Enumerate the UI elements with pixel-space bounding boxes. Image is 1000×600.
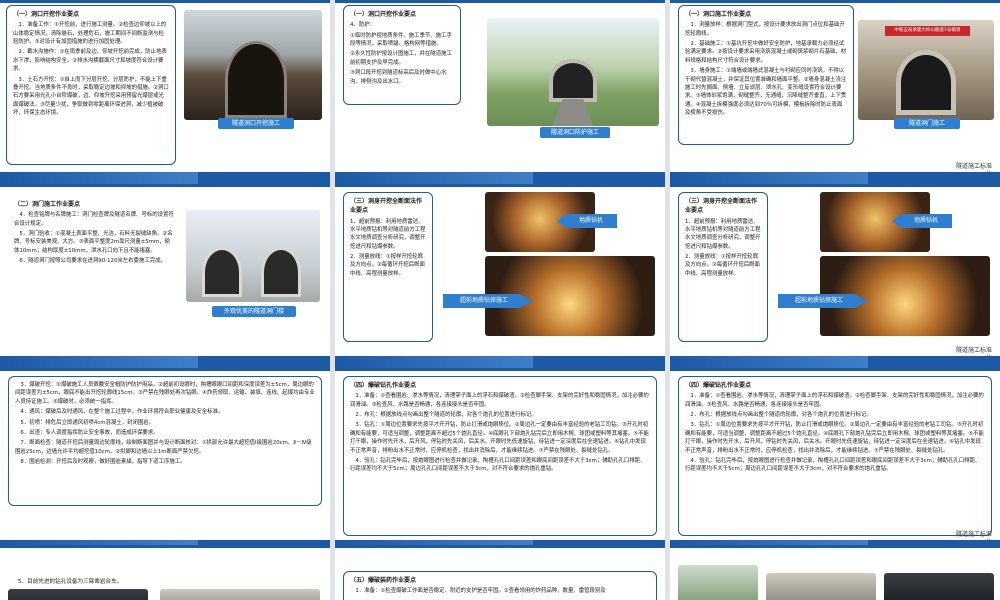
slide-heading: （二）洞门施工作业要点 — [14, 201, 81, 208]
charging-photo-2 — [766, 573, 876, 600]
paragraph: 4．防护： — [350, 22, 375, 29]
tunnel-excavation-photo — [184, 10, 322, 120]
text-panel: （五）爆破装药作业要点 1．准备：①检查爆破工作面是否稳定、附近的支护是否牢固。… — [343, 571, 657, 600]
slide-9-thumbnail[interactable]: （四）爆破钻孔作业要点 1．准备：①查看围岩、渗水等情况，清理掌子面上的浮石和爆… — [670, 368, 1000, 558]
slide-8-thumbnail[interactable]: （四）爆破钻孔作业要点 1．准备：①查看围岩、渗水等情况，清理掌子面上的浮石和爆… — [335, 368, 665, 558]
paragraph: 2．截水沟施作：①在雨季前及边、仰坡开挖前完成，防止地表水下渗，影响结构安全。②… — [13, 49, 167, 73]
paragraph: 7．断面检查：隧道开挖后测量周边轮廓线，绘制断面图并与设计断面核对：①拱部允许最… — [15, 440, 312, 455]
photo-caption: 隧道洞口防护施工 — [540, 127, 610, 138]
photo-caption: 外观优美的隧道洞门楼 — [212, 306, 296, 317]
paragraph: 4．验孔：钻孔完毕后，按炮眼图进行检查并做记录，掏槽孔孔口间距误差和眼底间距误差… — [350, 457, 646, 473]
paragraph: 1．测量放样：根据洞门型式，按设计要求放出洞门点位和基础开挖轮廓线。 — [685, 22, 845, 37]
slide-5-thumbnail[interactable]: （三）洞身开挖全断面法作业要点 1．超前预报：利用地质雷达、水平地质钻机等对隧道… — [335, 184, 665, 374]
paragraph: 5．洞门验收：①混凝土表面平整、光洁，石料无裂缝缺角。②名牌、号标安装美观、大方… — [14, 231, 173, 254]
slide-heading: （三）洞身开挖全断面法作业要点 — [685, 198, 758, 215]
slide-top-bar — [0, 368, 330, 371]
text-panel: 3．爆破开挖：①爆破施工人员佩戴安全帽防护防护用品。②超前初设眼时，掏槽眼眼口间… — [8, 376, 322, 506]
slide-1-thumbnail[interactable]: （一）洞口开挖作业要点 1．准备工作：①开挖前，进行施工测量。②检查边仰坡以上的… — [0, 0, 330, 190]
paragraph: 6．隧道洞门按照公司要求在进洞90-120米左右委施工完成。 — [19, 258, 166, 265]
slide-heading: （四）爆破钻孔作业要点 — [350, 382, 417, 389]
paragraph: 4．验孔：钻孔完毕后，按炮眼图进行检查并做记录，掏槽孔孔口间距误差和眼底间距误差… — [685, 457, 981, 473]
text-panel: （一）洞口开挖作业要点 1．准备工作：①开挖前，进行施工测量。②检查边仰坡以上的… — [6, 5, 176, 165]
paragraph: 1．超前预报：利用地质雷达、水平地质钻机等对隧道前方工程水文地质调查分析研究，调… — [350, 218, 426, 250]
slide-top-bar — [335, 545, 665, 548]
text-panel: （三）洞身开挖全断面法作业要点 1．超前预报：利用地质雷达、水平地质钻机等对隧道… — [678, 192, 768, 342]
drill-rig-label: 地质钻机 — [557, 214, 617, 228]
drilling-jumbo-photo-2 — [160, 589, 320, 600]
paragraph: 2．基础施工：①基坑开挖中做好安全防护，地基承载力必须经试验满足要求。②按设计要… — [685, 41, 847, 64]
paragraph: 4．通风：爆破后及时通风，在整个施工过程中，作业环境符合职业健康及安全标准。 — [20, 409, 224, 416]
paragraph: 5．初喷：排危后立即通风初喷4cm混凝土，封闭围岩。 — [20, 419, 155, 426]
slide-4-thumbnail[interactable]: （二）洞门施工作业要点 4．检查铭牌与名牌施工：洞门检查牌及隧道名牌、号标的设置… — [0, 184, 330, 374]
slide-top-bar — [335, 184, 665, 187]
paragraph: 1．准备：①查看围岩、渗水等情况，清理掌子面上的浮石和爆破渣。②检查脚手架、支架… — [685, 393, 984, 408]
banner-text: 中铁五局承建大岭山隧道1号横洞 — [894, 28, 961, 33]
paragraph: 4．检查铭牌与名牌施工：洞门检查牌及隧道名牌、号标的设置符合设计规定。 — [14, 212, 174, 227]
charging-photo-1 — [678, 565, 758, 600]
text-panel: （一）洞口开挖作业要点 4．防护： ①临时防护视地质条件、施工季节、施工手段等情… — [343, 5, 461, 105]
slide-top-bar — [670, 545, 1000, 548]
paragraph: ②永久性防护按设计图施工，并在隧道施工前初期支护及早完成。 — [350, 51, 452, 66]
paragraph: 2．布孔：根据放线点勾画出整个隧道的轮廓，对各个炮孔的位置进行标记。 — [690, 412, 872, 419]
drilling-jumbo-photo — [8, 589, 148, 600]
slide-heading: （三）洞身开挖全断面法作业要点 — [350, 198, 423, 215]
paragraph: 1．准备：①查看围岩、渗水等情况，清理掌子面上的浮石和爆破渣。②检查脚手架、支架… — [350, 393, 649, 408]
slide-3-thumbnail[interactable]: （一）洞口施工作业要点 1．测量放样：根据洞门型式，按设计要求放出洞门点位和基础… — [670, 0, 1000, 190]
paragraph: 3．墙身施工：①端墙或端墙式混凝土与衬砌应同时浇筑，不得以干砌代替混凝土，并保证… — [685, 68, 847, 117]
tunnel-portal-construction-photo: 中铁五局承建大岭山隧道1号横洞 — [858, 20, 994, 120]
slide-heading: （一）洞口施工作业要点 — [685, 11, 752, 18]
slide-sorter-grid: （一）洞口开挖作业要点 1．准备工作：①开挖前，进行施工测量。②检查边仰坡以上的… — [0, 0, 1000, 600]
paragraph: 1．准备：①检查爆破工作面是否稳定、附近的支护是否牢固。②查看领用的炸药品种、数… — [355, 588, 606, 595]
text-panel: （四）爆破钻孔作业要点 1．准备：①查看围岩、渗水等情况，清理掌子面上的浮石和爆… — [343, 376, 657, 536]
paragraph: 2．测量放线：①按样开挖轮廓及方向点。②每循环开挖后断面中线、高程测量放样。 — [685, 254, 760, 277]
paragraph: 1．超前预报：利用地质雷达、水平地质钻机等对隧道前方工程水文地质调查分析研究，调… — [685, 218, 761, 250]
paragraph: 3．钻孔：①周边位置要求先按平才开开钻，防止打滑或炮眼移位。②周边孔一定要由有丰… — [350, 422, 649, 454]
text-panel: （四）爆破钻孔作业要点 1．准备：①查看围岩、渗水等情况，清理掌子面上的浮石和爆… — [678, 376, 992, 536]
slide-12-thumbnail[interactable] — [670, 545, 1000, 600]
slide-top-bar — [335, 368, 665, 371]
slide-2-thumbnail[interactable]: （一）洞口开挖作业要点 4．防护： ①临时防护视地质条件、施工季节、施工手段等情… — [335, 0, 665, 190]
paragraph: 1．准备工作：①开挖前，进行施工测量。②检查边仰坡以上的山体稳定情况，清除悬石，… — [13, 22, 167, 46]
slide-top-bar — [670, 368, 1000, 371]
slide-top-bar — [0, 184, 330, 187]
slide-heading: （一）洞口开挖作业要点 — [350, 11, 417, 18]
slide-10-thumbnail[interactable]: 5．目前先进的钻孔设备为三臂凿岩台车。 — [0, 545, 330, 600]
slide-6-thumbnail[interactable]: （三）洞身开挖全断面法作业要点 1．超前预报：利用地质雷达、水平地质钻机等对隧道… — [670, 184, 1000, 374]
paragraph: 3．钻孔：①周边位置要求先按平才开开钻，防止打滑或炮眼移位。②周边孔一定要由有丰… — [685, 422, 984, 454]
paragraph: 5．目前先进的钻孔设备为三臂凿岩台车。 — [18, 579, 123, 585]
drill-rig-label: 地质钻机 — [892, 214, 952, 228]
advance-drilling-label: 超前地质钻探施工 — [778, 294, 868, 308]
slide-7-thumbnail[interactable]: 3．爆破开挖：①爆破施工人员佩戴安全帽防护防护用品。②超前初设眼时，掏槽眼眼口间… — [0, 368, 330, 558]
paragraph: 3．爆破开挖：①爆破施工人员佩戴安全帽防护防护用品。②超前初设眼时，掏槽眼眼口间… — [15, 382, 315, 405]
slide-top-bar — [670, 184, 1000, 187]
paragraph: 3．土石方开挖：①自上而下分层开挖，分层防护，不能上下重叠开挖。当地质条件不良时… — [13, 76, 169, 117]
slide-top-bar — [0, 545, 330, 548]
slide-heading: （四）爆破钻孔作业要点 — [685, 382, 752, 389]
photo-caption: 隧道洞门施工 — [894, 118, 960, 129]
paragraph: 2．测量放线：①按样开挖轮廓及方向点。②每循环开挖后断面中线、高程测量放样。 — [350, 254, 425, 277]
text-panel: （一）洞口施工作业要点 1．测量放样：根据洞门型式，按设计要求放出洞门点位和基础… — [678, 5, 854, 145]
charging-photo-3 — [884, 573, 994, 600]
twin-tunnel-portal-photo — [186, 210, 320, 302]
text-panel: （三）洞身开挖全断面法作业要点 1．超前预报：利用地质雷达、水平地质钻机等对隧道… — [343, 192, 433, 342]
paragraph: ③洞口段开挖到隧道标高后及时做中心水沟、排侧沟及出水口。 — [350, 70, 447, 85]
slide-heading: （一）洞口开挖作业要点 — [13, 11, 80, 18]
slide-top-bar — [335, 0, 665, 3]
text-panel: （二）洞门施工作业要点 4．检查铭牌与名牌施工：洞门检查牌及隧道名牌、号标的设置… — [8, 196, 180, 306]
paragraph: 6．出渣：专人调度指挥防止安全事故，而造成环保要求。 — [20, 429, 159, 436]
advance-drilling-label: 超前地质钻探施工 — [443, 294, 533, 308]
slide-top-bar — [670, 0, 1000, 3]
photo-caption: 隧道洞口开挖施工 — [218, 118, 294, 129]
slide-heading: （五）爆破装药作业要点 — [350, 577, 417, 584]
paragraph: ①临时防护视地质条件、施工季节、施工手段等情况，采取喷锚、格构网等措施。 — [350, 32, 452, 48]
slide-11-thumbnail[interactable]: （五）爆破装药作业要点 1．准备：①检查爆破工作面是否稳定、附近的支护是否牢固。… — [335, 545, 665, 600]
paragraph: 8．围岩检测：开挖后及时观察，做好围岩素描，指导下道工序施工。 — [20, 459, 186, 465]
slide-top-bar — [0, 0, 330, 3]
tunnel-portal-protection-photo — [487, 18, 659, 126]
paragraph: 2．布孔：根据放线点勾画出整个隧道的轮廓，对各个炮孔的位置进行标记。 — [355, 412, 537, 419]
